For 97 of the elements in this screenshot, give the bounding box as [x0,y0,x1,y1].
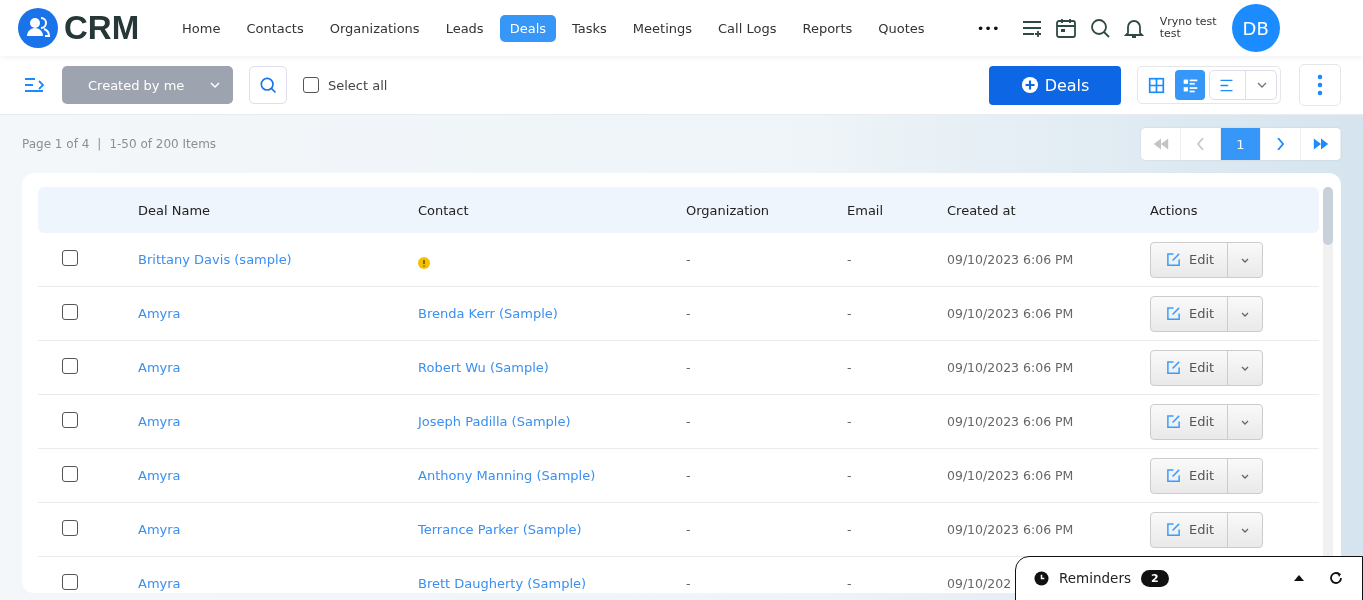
expand-caret-icon[interactable] [1294,575,1304,581]
row-checkbox[interactable] [62,519,78,536]
deal-link[interactable]: Amyra [138,468,181,483]
row-checkbox[interactable] [62,249,78,266]
column-header: Contact [418,202,470,218]
list-view-button[interactable] [1175,70,1205,100]
table-cell: - [686,306,691,321]
nav-tab[interactable]: Meetings [622,14,703,42]
table-cell: - [686,414,691,429]
contact-link[interactable]: Anthony Manning (Sample) [418,468,596,483]
row-checkbox[interactable] [62,303,78,320]
contact-link[interactable]: Brett Daugherty (Sample) [418,576,587,591]
more-button[interactable]: ••• [976,20,1000,36]
separator: | [97,137,102,151]
last-page-button[interactable] [1301,128,1341,160]
row-checkbox[interactable] [62,357,78,374]
column-header: Actions [1150,202,1199,218]
contact-link[interactable]: Joseph Padilla (Sample) [418,414,571,429]
align-dropdown[interactable] [1209,70,1277,100]
row-checkbox[interactable] [62,465,78,482]
chevron-right-icon [1277,138,1284,150]
double-right-icon [1311,138,1330,150]
double-left-icon [1151,138,1170,150]
edit-icon [1166,468,1181,483]
table-cell: - [847,306,852,321]
refresh-icon[interactable] [1328,570,1344,586]
deal-link[interactable]: Amyra [138,576,181,591]
plus-icon [1020,76,1039,94]
table-cell: 09/10/2023 6:06 PM [947,522,1074,537]
table-cell: 09/10/202 [947,576,1012,591]
deal-link[interactable]: Amyra [138,360,181,375]
search-icon [258,75,278,95]
select-all-label: Select all [328,77,388,93]
contact-link[interactable]: Brenda Kerr (Sample) [418,306,558,321]
table-cell: - [847,360,852,375]
logo-icon [18,8,58,48]
row-checkbox[interactable] [62,573,78,590]
deal-link[interactable]: Brittany Davis (sample) [138,252,292,267]
nav-tab[interactable]: Leads [435,14,494,42]
clock-icon [1034,570,1049,586]
deal-link[interactable]: Amyra [138,306,181,321]
nav-tab[interactable]: Tasks [562,14,617,42]
nav-tab[interactable]: Reports [792,14,863,42]
first-page-button[interactable] [1141,128,1181,160]
edit-icon [1166,252,1181,267]
edit-icon [1166,306,1181,321]
nav-tab[interactable]: Call Logs [708,14,787,42]
table-cell: 09/10/2023 6:06 PM [947,414,1074,429]
user-name: Vryno test test [1159,15,1218,41]
next-page-button[interactable] [1261,128,1301,160]
edit-icon [1166,360,1181,375]
table-cell: 09/10/2023 6:06 PM [947,360,1074,375]
column-header: Created at [947,202,1017,218]
kebab-icon [1317,74,1323,96]
page-number[interactable]: 1 [1221,128,1261,160]
table-cell: - [686,468,691,483]
table-cell: - [847,252,852,267]
page-summary: Page 1 of 4 [22,137,90,151]
table-cell: - [686,576,691,591]
table-cell: 09/10/2023 6:06 PM [947,306,1074,321]
contact-link[interactable]: Robert Wu (Sample) [418,360,549,375]
column-header: Organization [686,202,771,218]
deal-link[interactable]: Amyra [138,522,181,537]
table-cell: - [686,252,691,267]
reminder-count: 2 [1141,569,1169,587]
nav-tab[interactable]: Home [172,14,231,42]
table-cell: - [847,414,852,429]
table-cell: 09/10/2023 6:06 PM [947,252,1074,267]
table-cell: - [847,522,852,537]
nav-tab[interactable]: Organizations [319,14,430,42]
column-header: Deal Name [138,202,212,218]
nav-tab[interactable]: Contacts [236,14,314,42]
more-options-button[interactable] [1299,64,1341,106]
edit-icon [1166,414,1181,429]
deal-link[interactable]: Amyra [138,414,181,429]
table-cell: - [847,468,852,483]
select-all-checkbox[interactable] [303,77,319,93]
add-deal-button[interactable]: Deals [989,65,1121,105]
column-header: Email [847,202,885,218]
table-cell: - [686,360,691,375]
contact-link[interactable]: Terrance Parker (Sample) [418,522,582,537]
table-cell: - [686,522,691,537]
chevron-down-icon [209,79,221,91]
item-range: 1-50 of 200 Items [109,137,217,151]
table-cell: 09/10/2023 6:06 PM [947,468,1074,483]
avatar[interactable]: DB [1231,4,1280,52]
reminders-label: Reminders [1059,570,1131,586]
edit-icon [1166,522,1181,537]
search-button[interactable] [249,66,287,104]
table-cell: - [847,576,852,591]
chevron-left-icon [1197,138,1204,150]
brand-name: CRM [64,9,140,47]
nav-tab[interactable]: Deals [499,14,556,42]
nav-tab[interactable]: Quotes [868,14,935,42]
row-checkbox[interactable] [62,411,78,428]
calendar-icon[interactable] [1053,16,1078,40]
grid-icon [1147,76,1165,94]
